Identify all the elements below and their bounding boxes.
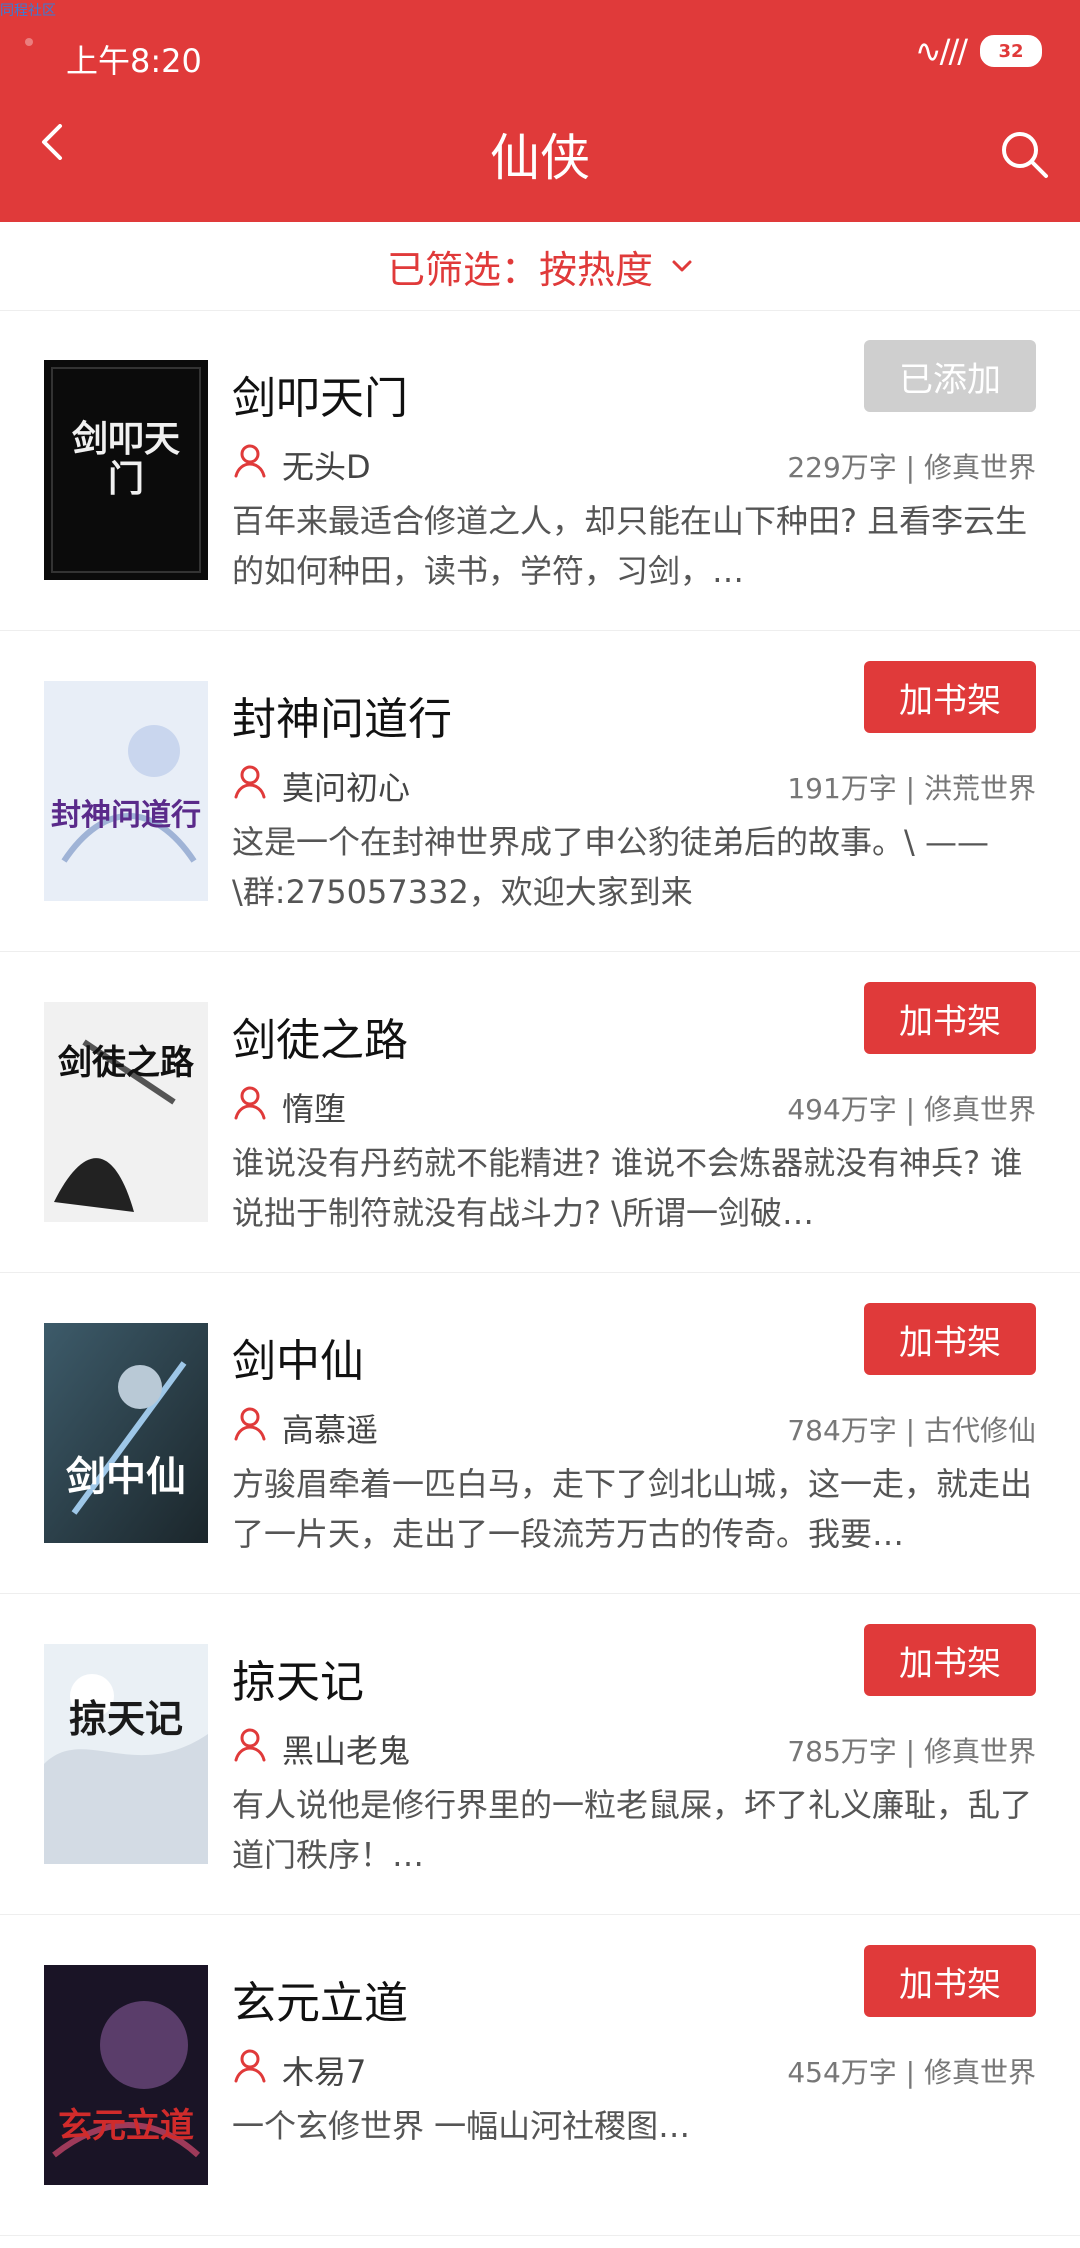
app-header: 同程社区 上午8:20 ∿∕∕∕ 32 仙侠 [0, 0, 1080, 222]
cover-art [44, 1002, 208, 1222]
book-title: 封神问道行 [232, 694, 452, 745]
author-icon [234, 2049, 266, 2083]
book-list: 剑叩天门 剑叩天门 无头D 229万字 | 修真世界 百年来最适合修道之人，却只… [0, 310, 1080, 2236]
add-to-shelf-button[interactable]: 加书架 [864, 1624, 1036, 1696]
search-icon[interactable] [998, 128, 1050, 180]
cover-title: 剑徒之路 [58, 1043, 194, 1083]
book-cover[interactable]: 掠天记 [44, 1644, 208, 1864]
book-title: 玄元立道 [232, 1978, 408, 2029]
book-description: 方骏眉牵着一匹白马，走下了剑北山城，这一走，就走出了一片天，走出了一段流芳万古的… [232, 1465, 1033, 1553]
book-meta: 191万字 | 洪荒世界 [787, 772, 1036, 805]
author-icon [234, 1407, 266, 1441]
book-cover[interactable]: 剑徒之路 [44, 1002, 208, 1222]
add-to-shelf-button[interactable]: 加书架 [864, 982, 1036, 1054]
status-icons: ∿∕∕∕ 32 [915, 32, 1042, 70]
cover-art [44, 1965, 208, 2185]
book-author: 无头D [282, 448, 371, 486]
book-title: 剑中仙 [232, 1336, 364, 1387]
corner-tag: 同程社区 [0, 3, 56, 19]
cover-title: 剑中仙 [66, 1454, 186, 1500]
book-author: 黑山老鬼 [282, 1732, 411, 1770]
author-icon [234, 1086, 266, 1120]
cover-art [44, 1644, 208, 1864]
add-to-shelf-button[interactable]: 加书架 [864, 1945, 1036, 2017]
book-title: 掠天记 [232, 1657, 364, 1708]
book-description: 谁说没有丹药就不能精进? 谁说不会炼器就没有神兵? 谁说拙于制符就没有战斗力? … [232, 1144, 1023, 1232]
book-item[interactable]: 封神问道行 封神问道行 莫问初心 191万字 | 洪荒世界 这是一个在封神世界成… [0, 631, 1080, 952]
book-author: 高慕遥 [282, 1411, 379, 1449]
book-meta: 229万字 | 修真世界 [787, 451, 1036, 484]
book-cover[interactable]: 剑叩天门 [44, 360, 208, 580]
cover-title: 掠天记 [68, 1697, 183, 1741]
book-meta: 454万字 | 修真世界 [787, 2056, 1036, 2089]
status-dot [25, 38, 33, 46]
title-container: 仙侠 [0, 118, 1080, 190]
book-title: 剑叩天门 [232, 373, 408, 424]
signal-icon: ∿∕∕∕ [914, 32, 968, 70]
book-meta: 494万字 | 修真世界 [787, 1093, 1036, 1126]
book-description: 有人说他是修行界里的一粒老鼠屎，坏了礼义廉耻，乱了道门秩序！… [232, 1786, 1033, 1874]
book-author: 木易7 [282, 2053, 367, 2091]
cover-art [44, 1323, 208, 1543]
author-icon [234, 765, 266, 799]
book-cover[interactable]: 剑中仙 [44, 1323, 208, 1543]
add-to-shelf-button[interactable]: 已添加 [864, 340, 1036, 412]
battery-icon: 32 [980, 35, 1042, 67]
book-author: 莫问初心 [282, 769, 411, 807]
author-icon [234, 444, 266, 478]
book-description: 百年来最适合修道之人，却只能在山下种田? 且看李云生的如何种田，读书，学符，习剑… [232, 502, 1028, 590]
filter-bar[interactable]: 已筛选：按热度 [0, 222, 1080, 311]
page-title: 仙侠 [490, 129, 590, 187]
book-description: 一个玄修世界 一幅山河社稷图… [232, 2107, 691, 2145]
book-cover[interactable]: 封神问道行 [44, 681, 208, 901]
status-time: 上午8:20 [66, 42, 202, 80]
chevron-down-icon [672, 260, 692, 272]
book-title: 剑徒之路 [232, 1015, 408, 1066]
book-meta: 784万字 | 古代修仙 [787, 1414, 1036, 1447]
book-item[interactable]: 剑叩天门 剑叩天门 无头D 229万字 | 修真世界 百年来最适合修道之人，却只… [0, 310, 1080, 631]
cover-title: 玄元立道 [58, 2106, 194, 2146]
cover-title: 剑叩天门 [71, 419, 180, 500]
book-author: 惰堕 [282, 1090, 347, 1128]
book-cover[interactable]: 玄元立道 [44, 1965, 208, 2185]
book-item[interactable]: 剑中仙 剑中仙 高慕遥 784万字 | 古代修仙 方骏眉牵着一匹白马，走下了剑北… [0, 1273, 1080, 1594]
author-icon [234, 1728, 266, 1762]
filter-label: 已筛选：按热度 [386, 247, 653, 292]
add-to-shelf-button[interactable]: 加书架 [864, 661, 1036, 733]
add-to-shelf-button[interactable]: 加书架 [864, 1303, 1036, 1375]
book-description: 这是一个在封神世界成了申公豹徒弟后的故事。\ ——\群:275057332，欢迎… [232, 823, 989, 911]
cover-title: 封神问道行 [51, 798, 201, 833]
book-item[interactable]: 剑徒之路 剑徒之路 惰堕 494万字 | 修真世界 谁说没有丹药就不能精进? 谁… [0, 952, 1080, 1273]
cover-art [44, 681, 208, 901]
book-item[interactable]: 玄元立道 玄元立道 木易7 454万字 | 修真世界 一个玄修世界 一幅山河社稷… [0, 1915, 1080, 2236]
book-meta: 785万字 | 修真世界 [787, 1735, 1036, 1768]
book-item[interactable]: 掠天记 掠天记 黑山老鬼 785万字 | 修真世界 有人说他是修行界里的一粒老鼠… [0, 1594, 1080, 1915]
